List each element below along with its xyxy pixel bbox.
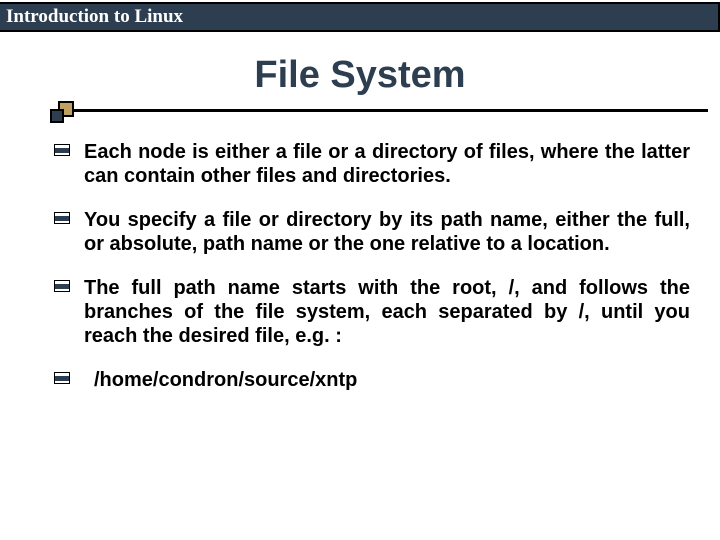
bullet-item: /home/condron/source/xntp bbox=[54, 368, 690, 392]
bullet-item: The full path name starts with the root,… bbox=[54, 276, 690, 348]
deco-square-navy bbox=[50, 109, 64, 123]
slide-title: File System bbox=[0, 54, 720, 97]
bullet-text: Each node is either a file or a director… bbox=[84, 141, 690, 187]
bullet-icon bbox=[54, 144, 70, 156]
header-title: Introduction to Linux bbox=[0, 6, 183, 28]
bullet-item: You specify a file or directory by its p… bbox=[54, 208, 690, 256]
title-area: File System bbox=[0, 54, 720, 119]
example-path: /home/condron/source/xntp bbox=[84, 369, 357, 391]
slide: Introduction to Linux File System Each n… bbox=[0, 0, 720, 540]
bullet-list: Each node is either a file or a director… bbox=[54, 140, 690, 392]
bullet-icon bbox=[54, 212, 70, 224]
bullet-icon bbox=[54, 372, 70, 384]
bullet-text: You specify a file or directory by its p… bbox=[84, 209, 690, 255]
title-divider bbox=[0, 103, 720, 119]
divider-line bbox=[54, 109, 708, 112]
bullet-icon bbox=[54, 280, 70, 292]
bullet-item: Each node is either a file or a director… bbox=[54, 140, 690, 188]
content-area: Each node is either a file or a director… bbox=[54, 140, 690, 412]
header-bar: Introduction to Linux bbox=[0, 2, 720, 32]
bullet-text: The full path name starts with the root,… bbox=[84, 277, 690, 347]
